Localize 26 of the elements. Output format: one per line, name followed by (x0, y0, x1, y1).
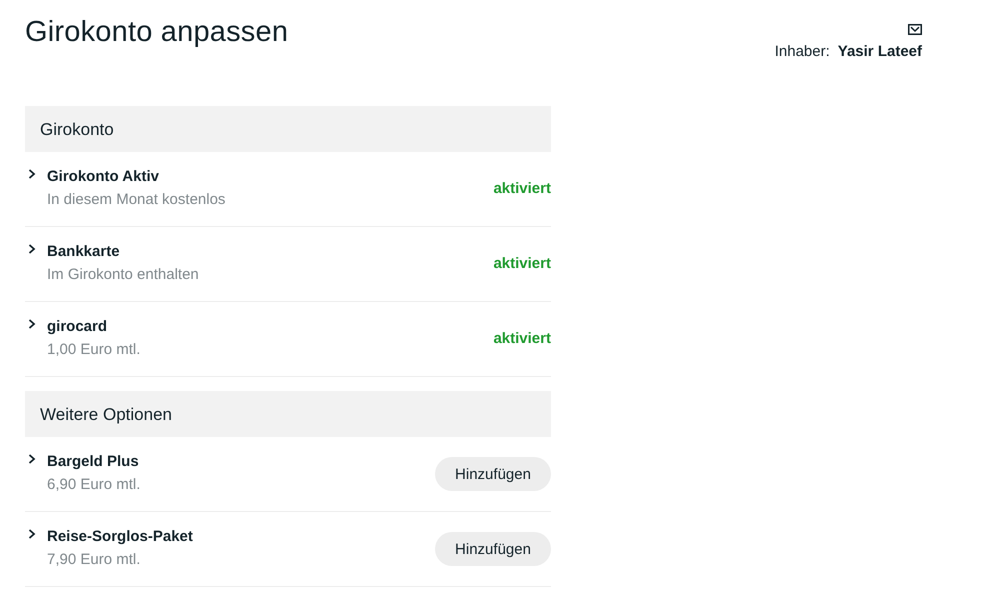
chevron-icon[interactable] (28, 169, 36, 179)
section-header: Weitere Optionen (25, 391, 551, 437)
option-detail: 7,90 Euro mtl. (47, 550, 142, 570)
option-title: Bargeld Plus (47, 452, 140, 472)
status-label: aktiviert (493, 329, 551, 349)
option-detail: In diesem Monat kostenlos (47, 190, 226, 210)
add-button[interactable]: Hinzufügen (435, 457, 551, 491)
add-button[interactable]: Hinzufügen (435, 532, 551, 566)
page-title: Girokonto anpassen (25, 15, 288, 50)
chevron-icon[interactable] (28, 454, 36, 464)
status-label: aktiviert (493, 254, 551, 274)
option-title: Reise-Sorglos-Paket (47, 527, 194, 547)
option-title: girocard (47, 317, 108, 337)
section-header: Girokonto (25, 106, 551, 152)
mail-icon[interactable] (908, 24, 922, 35)
owner-name: Yasir Lateef (838, 43, 922, 61)
owner-label: Inhaber: (774, 43, 830, 61)
option-title: Bankkarte (47, 242, 121, 262)
option-detail: 1,00 Euro mtl. (47, 340, 142, 360)
option-detail: 6,90 Euro mtl. (47, 475, 142, 495)
chevron-icon[interactable] (28, 529, 36, 539)
option-title: Girokonto Aktiv (47, 167, 160, 187)
chevron-icon[interactable] (28, 244, 36, 254)
status-label: aktiviert (493, 179, 551, 199)
option-detail: Im Girokonto enthalten (47, 265, 200, 285)
chevron-icon[interactable] (28, 319, 36, 329)
